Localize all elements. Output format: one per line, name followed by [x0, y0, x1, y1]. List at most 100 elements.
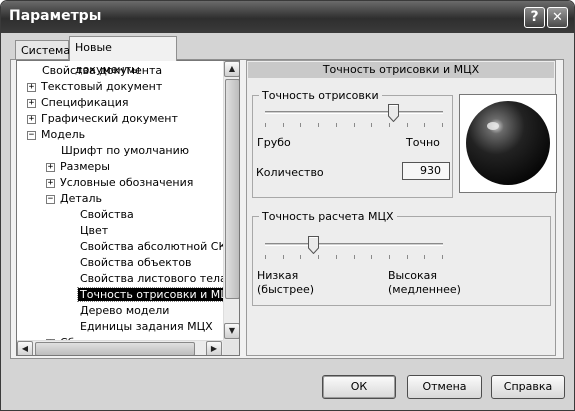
tree-item[interactable]: + Условные обозначения [46, 175, 195, 191]
help-button[interactable]: Справка [491, 375, 565, 399]
dialog-title: Параметры [9, 8, 102, 24]
tree-item-label: Дерево модели [80, 304, 170, 317]
tree-item-label: Графический документ [41, 112, 178, 125]
slider-tick [265, 255, 266, 259]
slider-tick [424, 255, 425, 259]
tree-item[interactable]: Точность отрисовки и МЦХ [76, 287, 223, 303]
tree-item[interactable]: Цвет [78, 223, 110, 239]
expand-icon[interactable]: + [27, 114, 36, 124]
slider-tick [336, 123, 337, 127]
render-min-label: Грубо [257, 136, 291, 149]
render-precision-ticks [265, 123, 443, 127]
tree-item-label: Цвет [80, 224, 109, 237]
slider-tick [371, 255, 372, 259]
horizontal-scroll-thumb[interactable] [35, 342, 195, 355]
count-label: Количество [256, 166, 324, 179]
tree-item[interactable]: + Графический документ [27, 111, 180, 127]
tree-item-label: Точность отрисовки и МЦХ [76, 287, 223, 302]
settings-tree: Свойства документа+Текстовый документ+Сп… [16, 60, 240, 356]
tree-item-label: Условные обозначения [60, 176, 194, 189]
slider-tick [424, 123, 425, 127]
render-max-label: Точно [406, 136, 440, 149]
slider-tick [389, 123, 390, 127]
close-icon[interactable]: ✕ [547, 7, 568, 28]
slider-tick [300, 123, 301, 127]
mcx-max-label-line1: Высокая [388, 269, 438, 282]
scrollbar-corner [223, 340, 239, 355]
tree-item-label: Свойства листового тела [80, 272, 223, 285]
tree-item-label: Единицы задания МЦХ [80, 320, 213, 333]
slider-tick [283, 123, 284, 127]
slider-tick [354, 255, 355, 259]
tree-item[interactable]: + Спецификация [27, 95, 130, 111]
count-value-field[interactable]: 930 [402, 162, 450, 180]
panel-header: Точность отрисовки и МЦХ [248, 62, 554, 78]
slider-tick [371, 123, 372, 127]
scroll-left-icon[interactable]: ◀ [17, 341, 33, 355]
tree-item[interactable]: Дерево модели [78, 303, 171, 319]
slider-tick [300, 255, 301, 259]
mcx-precision-ticks [265, 255, 443, 259]
tree-item[interactable]: Свойства абсолютной СК [78, 239, 223, 255]
tree-item-label: Шрифт по умолчанию [61, 144, 190, 157]
ok-button[interactable]: ОК [322, 375, 396, 399]
slider-tick [442, 255, 443, 259]
slider-tick [336, 255, 337, 259]
collapse-icon[interactable]: − [27, 130, 36, 140]
slider-tick [265, 123, 266, 127]
preview-box [459, 94, 557, 193]
expand-icon[interactable]: + [46, 162, 55, 172]
expand-icon[interactable]: + [46, 178, 55, 188]
tree-item[interactable]: Шрифт по умолчанию [59, 143, 191, 159]
scroll-right-icon[interactable]: ▶ [206, 341, 222, 355]
mcx-min-label-line2: (быстрее) [257, 283, 315, 296]
scroll-down-icon[interactable]: ▼ [224, 323, 239, 339]
tree-item[interactable]: Единицы задания МЦХ [78, 319, 215, 335]
tab-system[interactable]: Система [15, 40, 70, 61]
render-precision-track [265, 111, 443, 114]
tree-item[interactable]: Свойства листового тела [78, 271, 223, 287]
tree-item[interactable]: Свойства [78, 207, 136, 223]
slider-tick [354, 123, 355, 127]
horizontal-scrollbar[interactable]: ◀ ▶ [17, 340, 223, 355]
tree-item[interactable]: Свойства объектов [78, 255, 194, 271]
collapse-icon[interactable]: − [46, 194, 55, 204]
tab-new-documents[interactable]: Новые документы [69, 36, 177, 76]
tree-item-label: Спецификация [41, 96, 129, 109]
scroll-up-icon[interactable]: ▲ [224, 61, 239, 77]
slider-tick [389, 255, 390, 259]
expand-icon[interactable]: + [27, 98, 36, 108]
expand-icon[interactable]: + [27, 82, 36, 92]
help-icon[interactable]: ? [524, 7, 545, 28]
slider-tick [283, 255, 284, 259]
render-precision-title: Точность отрисовки [259, 89, 382, 102]
slider-tick [318, 255, 319, 259]
tree-item[interactable]: + Текстовый документ [27, 79, 164, 95]
mcx-min-label-line1: Низкая [257, 269, 299, 282]
tree-item-label: Деталь [60, 192, 103, 205]
title-bar: Параметры ? ✕ [1, 1, 574, 33]
slider-tick [318, 123, 319, 127]
render-precision-slider[interactable] [388, 104, 400, 122]
mcx-precision-track [265, 243, 443, 246]
tree-item-label: Свойства абсолютной СК [80, 240, 223, 253]
tree-item-label: Текстовый документ [41, 80, 163, 93]
slider-tick [407, 255, 408, 259]
tree-item[interactable]: − Модель [27, 127, 87, 143]
tree-item[interactable]: − Деталь [46, 191, 104, 207]
tree-item-label: Свойства [80, 208, 134, 221]
tree-item[interactable]: + Размеры [46, 159, 112, 175]
vertical-scrollbar[interactable]: ▲ ▼ [223, 61, 239, 340]
sphere-preview [466, 101, 550, 185]
mcx-precision-title: Точность расчета МЦХ [259, 210, 397, 223]
vertical-scroll-thumb[interactable] [225, 79, 239, 299]
mcx-max-label-line2: (медленнее) [388, 283, 461, 296]
slider-tick [407, 123, 408, 127]
slider-tick [442, 123, 443, 127]
tree-item-label: Свойства объектов [80, 256, 192, 269]
tree-item-label: Модель [41, 128, 86, 141]
parameters-dialog: Параметры ? ✕ Система Новые документы Св… [0, 0, 575, 411]
mcx-precision-slider[interactable] [308, 236, 320, 254]
cancel-button[interactable]: Отмена [407, 375, 482, 399]
tree-item-label: Размеры [60, 160, 110, 173]
